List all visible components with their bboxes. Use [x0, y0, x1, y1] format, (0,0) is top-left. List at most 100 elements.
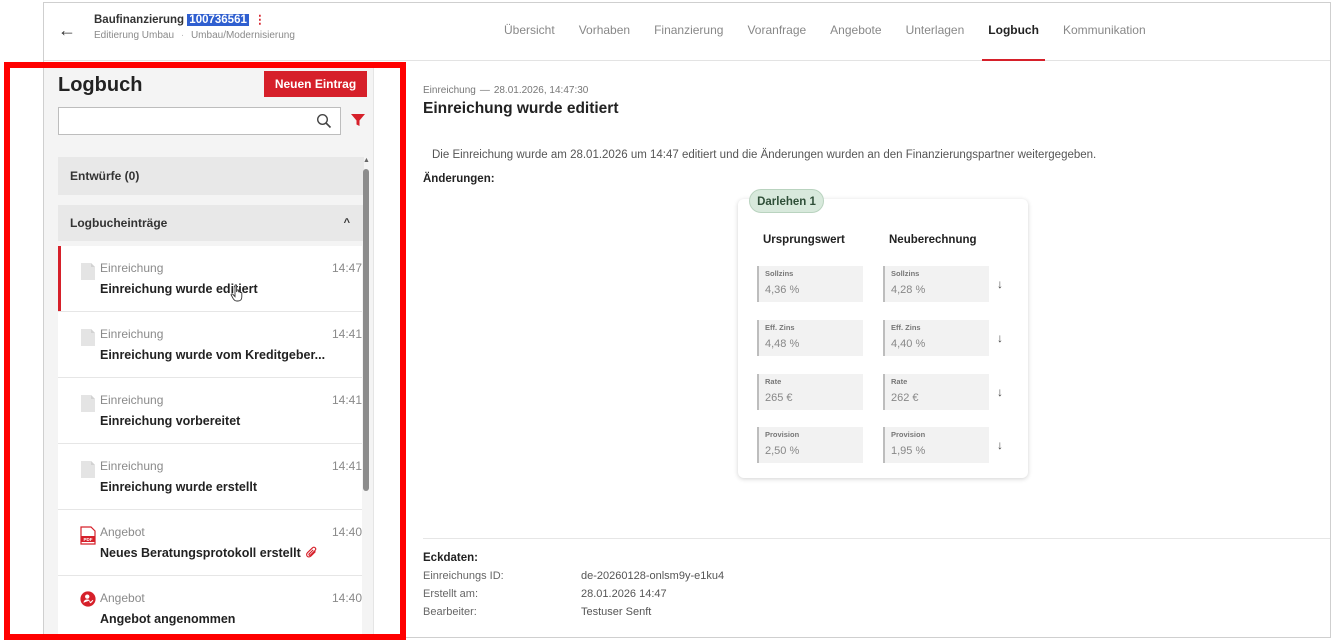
- entry-title: Neues Beratungsprotokoll erstellt: [100, 546, 319, 560]
- new-value-field: Provision 1,95 %: [883, 427, 989, 463]
- scroll-up-icon[interactable]: ▲: [363, 157, 370, 164]
- case-subtitle: Editierung Umbau · Umbau/Modernisierung: [94, 30, 295, 41]
- tab-unterlagen[interactable]: Unterlagen: [894, 3, 977, 61]
- hand-cursor-icon: [230, 284, 243, 302]
- entry-title-text: Neues Beratungsprotokoll erstellt: [100, 546, 301, 560]
- loan-change-card: Darlehen 1 Ursprungswert Neuberechnung S…: [738, 189, 1028, 478]
- case-id[interactable]: 100736561: [187, 14, 249, 26]
- field-value: 262 €: [891, 392, 919, 404]
- app-window: ← Baufinanzierung 100736561 ⋮ Editierung…: [43, 2, 1331, 638]
- filter-icon[interactable]: [350, 112, 366, 128]
- tab-kommunikation[interactable]: Kommunikation: [1051, 3, 1158, 61]
- search-icon[interactable]: [316, 113, 332, 129]
- document-icon: [81, 461, 95, 478]
- new-entry-button[interactable]: Neuen Eintrag: [264, 71, 367, 97]
- entry-category: Einreichung: [100, 393, 164, 407]
- arrow-down-icon: ↓: [997, 438, 1003, 452]
- case-title: Baufinanzierung 100736561 ⋮: [94, 12, 266, 26]
- list-item[interactable]: Einreichung 14:41 Einreichung vorbereite…: [58, 378, 362, 444]
- more-options-icon[interactable]: ⋮: [254, 14, 266, 26]
- entry-category: Angebot: [100, 591, 145, 605]
- changes-label: Änderungen:: [423, 173, 495, 185]
- scroll-thumb[interactable]: [363, 169, 369, 491]
- meta-dash: —: [479, 85, 490, 96]
- field-label: Eff. Zins: [765, 323, 795, 332]
- logbook-sidebar: Logbuch Neuen Eintrag Entwürfe (0) Logbu…: [44, 62, 374, 637]
- meta-datetime: 28.01.2026, 14:47:30: [493, 85, 589, 96]
- pdf-icon: PDF: [80, 526, 96, 545]
- original-value-field: Eff. Zins 4,48 %: [757, 320, 863, 356]
- field-value: 1,95 %: [891, 445, 926, 457]
- field-label: Provision: [765, 430, 800, 439]
- field-value: 2,50 %: [765, 445, 800, 457]
- new-value-field: Rate 262 €: [883, 374, 989, 410]
- entry-list: Einreichung 14:47 Einreichung wurde edit…: [58, 246, 362, 637]
- original-value-field: Provision 2,50 %: [757, 427, 863, 463]
- search-field: [58, 107, 341, 135]
- list-item[interactable]: PDF Angebot 14:40 Neues Beratungsprotoko…: [58, 510, 362, 576]
- field-label: Eff. Zins: [891, 323, 921, 332]
- entry-category: Angebot: [100, 525, 145, 539]
- tab-finanzierung[interactable]: Finanzierung: [642, 3, 735, 61]
- field-value: 4,36 %: [765, 284, 800, 296]
- document-icon: [81, 263, 95, 280]
- list-item[interactable]: Angebot 14:40 Angebot angenommen: [58, 576, 362, 637]
- entry-title: Einreichung vorbereitet: [100, 414, 241, 428]
- entry-title: Einreichung wurde erstellt: [100, 480, 257, 494]
- detail-title: Einreichung wurde editiert: [423, 100, 619, 117]
- case-sub-separator: ·: [180, 30, 185, 41]
- arrow-down-icon: ↓: [997, 277, 1003, 291]
- entry-category: Einreichung: [100, 261, 164, 275]
- field-label: Sollzins: [765, 269, 794, 278]
- entry-time: 14:41: [331, 327, 362, 341]
- list-item[interactable]: Einreichung 14:41 Einreichung wurde erst…: [58, 444, 362, 510]
- sidebar-scrollbar[interactable]: ▲: [362, 157, 370, 637]
- section-label: Logbucheinträge: [70, 216, 168, 230]
- entry-time: 14:40: [331, 591, 362, 605]
- eckdaten-title: Eckdaten:: [423, 552, 478, 564]
- field-label: Sollzins: [891, 269, 920, 278]
- entry-title: Angebot angenommen: [100, 612, 236, 626]
- tab-voranfrage[interactable]: Voranfrage: [735, 3, 818, 61]
- tab-uebersicht[interactable]: Übersicht: [492, 3, 567, 61]
- arrow-down-icon: ↓: [997, 385, 1003, 399]
- field-value: 4,40 %: [891, 338, 926, 350]
- top-header: ← Baufinanzierung 100736561 ⋮ Editierung…: [44, 3, 1330, 61]
- tab-logbuch[interactable]: Logbuch: [976, 3, 1051, 61]
- eckdaten-value: 28.01.2026 14:47: [581, 588, 667, 600]
- original-value-field: Rate 265 €: [757, 374, 863, 410]
- chevron-up-icon[interactable]: ^: [344, 205, 350, 241]
- entry-category: Einreichung: [100, 327, 164, 341]
- entry-meta: Einreichung —28.01.2026, 14:47:30: [423, 85, 588, 96]
- search-input[interactable]: [59, 108, 299, 134]
- eckdaten-key: Erstellt am:: [423, 588, 479, 600]
- entry-time: 14:41: [331, 393, 362, 407]
- list-item[interactable]: Einreichung 14:47 Einreichung wurde edit…: [58, 246, 362, 312]
- field-value: 4,28 %: [891, 284, 926, 296]
- field-label: Provision: [891, 430, 926, 439]
- eckdaten-key: Einreichungs ID:: [423, 570, 504, 582]
- logbook-entries-section[interactable]: Logbucheinträge ^: [58, 205, 364, 241]
- field-label: Rate: [765, 377, 782, 386]
- entry-time: 14:41: [331, 459, 362, 473]
- case-sub-left: Editierung Umbau: [94, 30, 175, 41]
- original-value-field: Sollzins 4,36 %: [757, 266, 863, 302]
- field-value: 265 €: [765, 392, 793, 404]
- detail-description: Die Einreichung wurde am 28.01.2026 um 1…: [432, 149, 1097, 161]
- tab-angebote[interactable]: Angebote: [818, 3, 893, 61]
- paperclip-icon[interactable]: [305, 546, 319, 560]
- document-icon: [81, 329, 95, 346]
- list-item[interactable]: Einreichung 14:41 Einreichung wurde vom …: [58, 312, 362, 378]
- main-tabs: Übersicht Vorhaben Finanzierung Voranfra…: [492, 3, 1158, 61]
- eckdaten-value: de-20260128-onlsm9y-e1ku4: [581, 570, 725, 582]
- eckdaten-value: Testuser Senft: [581, 606, 652, 618]
- arrow-down-icon: ↓: [997, 331, 1003, 345]
- back-arrow-icon[interactable]: ←: [58, 21, 76, 39]
- case-type: Baufinanzierung: [94, 14, 185, 26]
- logbook-title: Logbuch: [58, 74, 143, 96]
- document-icon: [81, 395, 95, 412]
- tab-vorhaben[interactable]: Vorhaben: [567, 3, 642, 61]
- drafts-section[interactable]: Entwürfe (0): [58, 157, 364, 195]
- meta-category: Einreichung: [423, 85, 476, 96]
- eckdaten-key: Bearbeiter:: [423, 606, 477, 618]
